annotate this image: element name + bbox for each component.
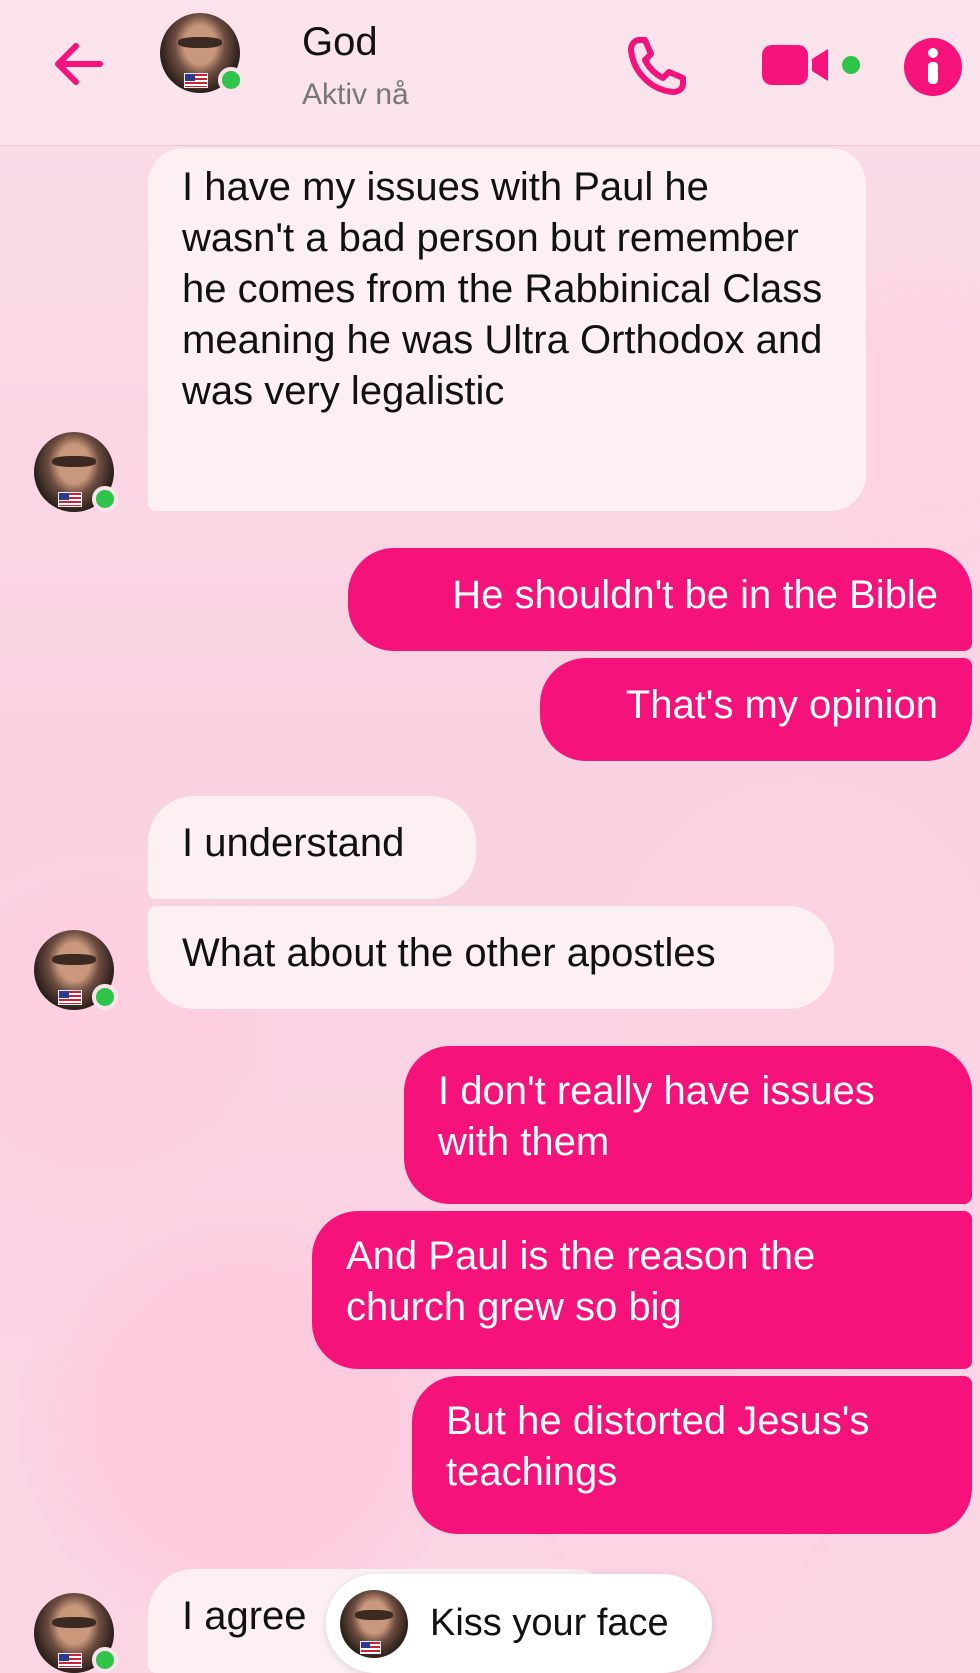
phone-icon[interactable]: [625, 34, 689, 98]
flag-icon: [58, 1653, 83, 1669]
contact-avatar[interactable]: [160, 13, 244, 93]
popup-text: Kiss your face: [430, 1602, 669, 1644]
message-bubble-outgoing[interactable]: But he distorted Jesus's teachings: [412, 1376, 972, 1534]
info-icon[interactable]: [904, 38, 962, 96]
sender-avatar[interactable]: [34, 432, 118, 512]
message-bubble-outgoing[interactable]: That's my opinion: [540, 658, 972, 761]
video-active-dot: [842, 56, 860, 74]
message-bubble-outgoing[interactable]: I don't really have issues with them: [404, 1046, 972, 1204]
contact-status: Aktiv nå: [302, 78, 409, 111]
online-indicator: [92, 1647, 118, 1673]
message-bubble-incoming[interactable]: I have my issues with Paul he wasn't a b…: [148, 148, 866, 511]
video-camera-icon[interactable]: [762, 45, 832, 85]
popup-avatar: [340, 1590, 408, 1658]
online-indicator: [218, 67, 244, 93]
message-bubble-outgoing[interactable]: He shouldn't be in the Bible: [348, 548, 972, 651]
flag-icon: [184, 73, 209, 89]
flag-icon: [58, 990, 83, 1006]
back-arrow-icon[interactable]: [48, 34, 108, 94]
message-bubble-outgoing[interactable]: And Paul is the reason the church grew s…: [312, 1211, 972, 1369]
message-bubble-incoming[interactable]: What about the other apostles: [148, 906, 834, 1009]
message-notification-popup[interactable]: Kiss your face: [326, 1574, 712, 1673]
sender-avatar[interactable]: [34, 930, 118, 1010]
sender-avatar[interactable]: [34, 1593, 118, 1673]
online-indicator: [92, 984, 118, 1010]
online-indicator: [92, 486, 118, 512]
flag-icon: [58, 492, 83, 508]
chat-header: God Aktiv nå: [0, 0, 980, 146]
contact-name[interactable]: God: [302, 20, 378, 65]
flag-icon: [360, 1641, 382, 1654]
message-bubble-incoming[interactable]: I understand: [148, 796, 476, 899]
